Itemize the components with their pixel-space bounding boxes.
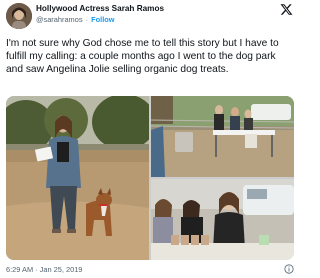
photo-treat-stand[interactable] xyxy=(151,96,294,177)
tweet-text: I'm not sure why God chose me to tell th… xyxy=(6,38,279,75)
media-grid xyxy=(6,96,294,260)
x-logo-icon[interactable] xyxy=(280,3,293,16)
author-handle[interactable]: @sarahramos xyxy=(36,15,83,24)
follow-button[interactable]: Follow xyxy=(91,15,114,24)
author-handle-row: @sarahramos · Follow xyxy=(36,15,115,24)
tweet-timestamp[interactable]: 6:29 AM · Jan 25, 2019 xyxy=(6,265,82,274)
photo-woman-with-dog[interactable] xyxy=(6,96,149,260)
photo-women-at-table[interactable] xyxy=(151,179,294,260)
author-display-name[interactable]: Hollywood Actress Sarah Ramos xyxy=(36,4,164,13)
info-icon[interactable] xyxy=(284,264,294,274)
author-avatar[interactable] xyxy=(6,3,32,29)
separator-dot: · xyxy=(85,15,89,24)
tweet-card: Hollywood Actress Sarah Ramos @sarahramo… xyxy=(0,0,300,278)
